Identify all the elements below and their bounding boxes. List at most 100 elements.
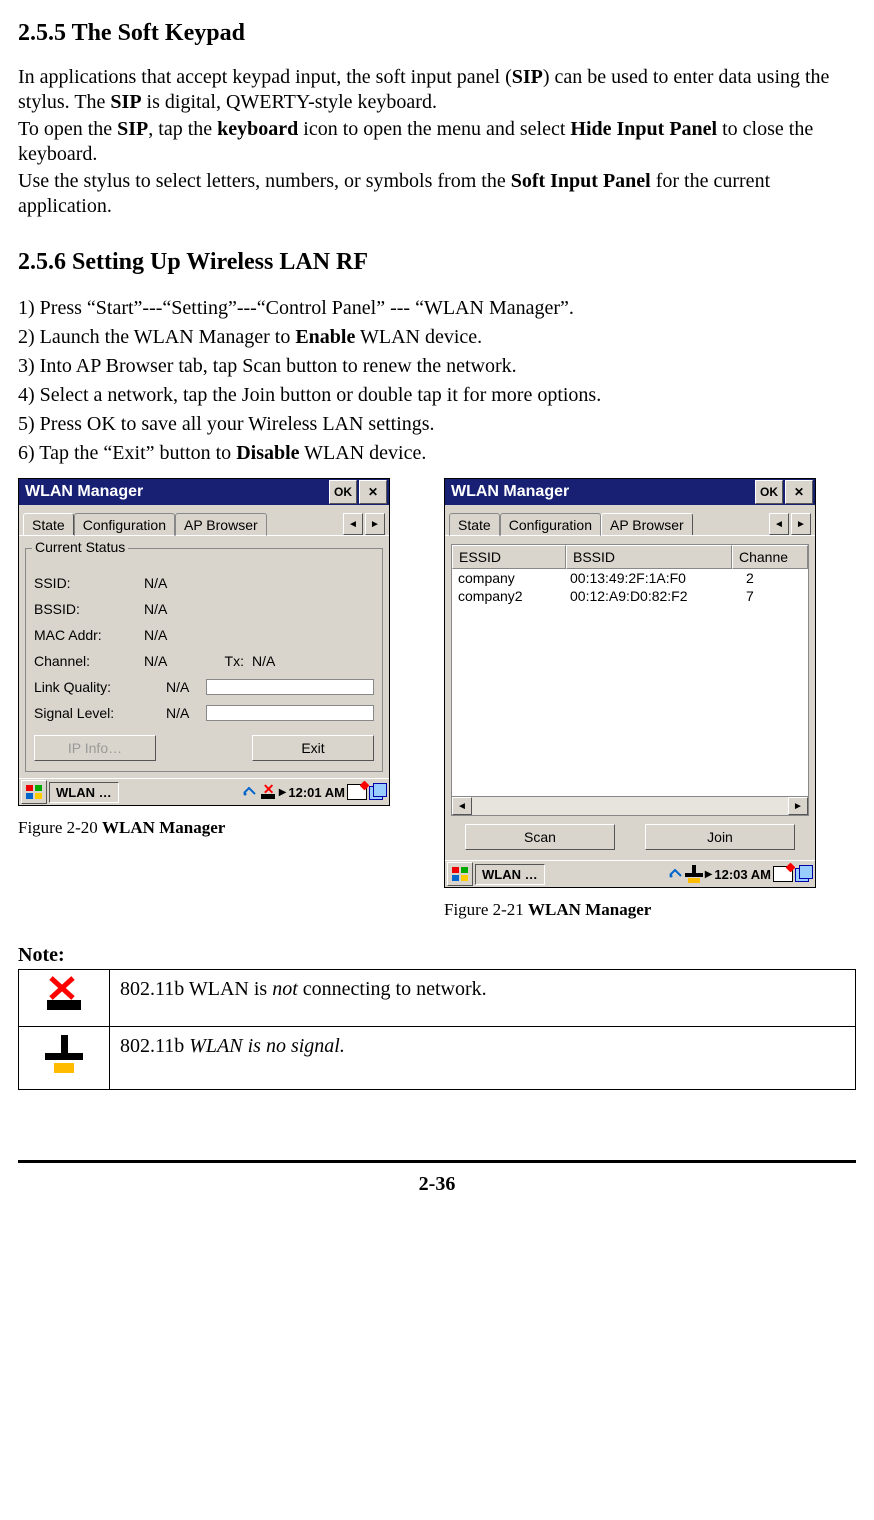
scroll-track[interactable]: [472, 797, 788, 815]
tab-state[interactable]: State: [449, 513, 500, 536]
wlan-disconnected-icon: [45, 978, 83, 1012]
tab-scroll-left[interactable]: ◄: [343, 513, 363, 535]
wlan-manager-window-apbrowser: WLAN Manager OK ✕ State Configuration AP…: [444, 478, 816, 888]
scroll-right-button[interactable]: ►: [788, 797, 808, 815]
titlebar: WLAN Manager OK ✕: [445, 479, 815, 505]
ok-button[interactable]: OK: [329, 480, 357, 504]
mac-label: MAC Addr:: [34, 627, 144, 643]
wlan-manager-window-state: WLAN Manager OK ✕ State Configuration AP…: [18, 478, 390, 806]
ap-list[interactable]: ESSID BSSID Channe company 00:13:49:2F:1…: [451, 544, 809, 816]
scroll-left-button[interactable]: ◄: [452, 797, 472, 815]
exit-button[interactable]: Exit: [252, 735, 374, 761]
channel-value: N/A: [144, 653, 204, 669]
list-item[interactable]: company2 00:12:A9:D0:82:F2 7: [452, 587, 808, 605]
text: Use the stylus to select letters, number…: [18, 170, 511, 192]
note-heading: Note:: [18, 944, 856, 967]
taskbar-app-button[interactable]: WLAN …: [475, 864, 545, 885]
windows-icon: [452, 867, 468, 881]
wlan-no-signal-icon[interactable]: [685, 865, 703, 883]
tx-value: N/A: [252, 653, 275, 669]
list-item[interactable]: company 00:13:49:2F:1A:F0 2: [452, 569, 808, 587]
sip-keyboard-icon[interactable]: [347, 784, 367, 800]
figure-caption-220: Figure 2-20 WLAN Manager: [18, 818, 388, 838]
desktop-icon[interactable]: [795, 866, 813, 882]
section-title-255: 2.5.5 The Soft Keypad: [18, 20, 856, 47]
step-4: 4) Select a network, tap the Join button…: [18, 381, 856, 410]
signal-level-value: N/A: [166, 705, 206, 721]
footer-rule: [18, 1160, 856, 1163]
text: 802.11b WLAN is: [120, 978, 272, 1000]
cell-essid: company: [452, 569, 564, 587]
text: WLAN device.: [355, 326, 482, 348]
list-header: ESSID BSSID Channe: [452, 545, 808, 569]
scan-button[interactable]: Scan: [465, 824, 615, 850]
text-bold: Soft Input Panel: [511, 170, 651, 192]
text: 802.11b: [120, 1035, 189, 1057]
text: connecting to network.: [303, 978, 487, 1000]
cell-bssid: 00:12:A9:D0:82:F2: [564, 587, 740, 605]
bssid-label: BSSID:: [34, 601, 144, 617]
tray-arrow-icon[interactable]: ▶: [279, 787, 287, 798]
join-button[interactable]: Join: [645, 824, 795, 850]
window-title: WLAN Manager: [451, 483, 569, 501]
tray-icon[interactable]: [669, 867, 683, 881]
tray-icon[interactable]: [243, 785, 257, 799]
sip-keyboard-icon[interactable]: [773, 866, 793, 882]
text-bold: Disable: [236, 442, 299, 464]
tab-strip: State Configuration AP Browser ◄ ►: [19, 505, 389, 536]
clock[interactable]: 12:03 AM: [714, 867, 771, 882]
taskbar: WLAN … ▶ 12:01 AM: [19, 778, 389, 805]
channel-label: Channel:: [34, 653, 144, 669]
titlebar: WLAN Manager OK ✕: [19, 479, 389, 505]
table-row: 802.11b WLAN is no signal.: [19, 1027, 856, 1090]
ssid-value: N/A: [144, 575, 204, 591]
step-6: 6) Tap the “Exit” button to Disable WLAN…: [18, 439, 856, 468]
tab-scroll-left[interactable]: ◄: [769, 513, 789, 535]
note-text-cell: 802.11b WLAN is no signal.: [110, 1027, 856, 1090]
mac-value: N/A: [144, 627, 204, 643]
text: 6) Tap the “Exit” button to: [18, 442, 236, 464]
taskbar-app-button[interactable]: WLAN …: [49, 782, 119, 803]
tab-ap-browser[interactable]: AP Browser: [175, 513, 267, 536]
horizontal-scrollbar[interactable]: ◄ ►: [452, 796, 808, 815]
text-bold: SIP: [117, 118, 148, 140]
tab-configuration[interactable]: Configuration: [500, 513, 601, 536]
caption-bold: WLAN Manager: [528, 900, 651, 919]
section-title-256: 2.5.6 Setting Up Wireless LAN RF: [18, 249, 856, 276]
link-quality-bar: [206, 679, 374, 695]
text-italic: WLAN is no signal.: [189, 1035, 345, 1057]
step-2: 2) Launch the WLAN Manager to Enable WLA…: [18, 323, 856, 352]
col-essid[interactable]: ESSID: [452, 545, 566, 569]
wlan-disconnected-icon[interactable]: [259, 784, 277, 800]
figure-caption-221: Figure 2-21 WLAN Manager: [444, 900, 814, 920]
desktop-icon[interactable]: [369, 784, 387, 800]
start-button[interactable]: [21, 780, 47, 804]
clock[interactable]: 12:01 AM: [288, 785, 345, 800]
tab-scroll-right[interactable]: ►: [365, 513, 385, 535]
ip-info-button[interactable]: IP Info…: [34, 735, 156, 761]
close-button[interactable]: ✕: [359, 480, 387, 504]
link-quality-label: Link Quality:: [34, 679, 166, 695]
taskbar: WLAN … ▶ 12:03 AM: [445, 860, 815, 887]
close-button[interactable]: ✕: [785, 480, 813, 504]
icon-cell: [19, 970, 110, 1027]
signal-level-bar: [206, 705, 374, 721]
ok-button[interactable]: OK: [755, 480, 783, 504]
cell-essid: company2: [452, 587, 564, 605]
col-channel[interactable]: Channe: [732, 545, 808, 569]
window-title: WLAN Manager: [25, 483, 143, 501]
text: To open the: [18, 118, 117, 140]
tab-state[interactable]: State: [23, 513, 74, 535]
note-text-cell: 802.11b WLAN is not connecting to networ…: [110, 970, 856, 1027]
step-1: 1) Press “Start”---“Setting”---“Control …: [18, 294, 856, 323]
tray-arrow-icon[interactable]: ▶: [705, 869, 713, 880]
tab-scroll-right[interactable]: ►: [791, 513, 811, 535]
col-bssid[interactable]: BSSID: [566, 545, 732, 569]
current-status-group: Current Status SSID:N/A BSSID:N/A MAC Ad…: [25, 548, 383, 772]
tab-configuration[interactable]: Configuration: [74, 513, 175, 536]
paragraph: In applications that accept keypad input…: [18, 65, 856, 115]
icon-cell: [19, 1027, 110, 1090]
note-table: 802.11b WLAN is not connecting to networ…: [18, 969, 856, 1090]
tab-ap-browser[interactable]: AP Browser: [601, 513, 693, 535]
start-button[interactable]: [447, 862, 473, 886]
